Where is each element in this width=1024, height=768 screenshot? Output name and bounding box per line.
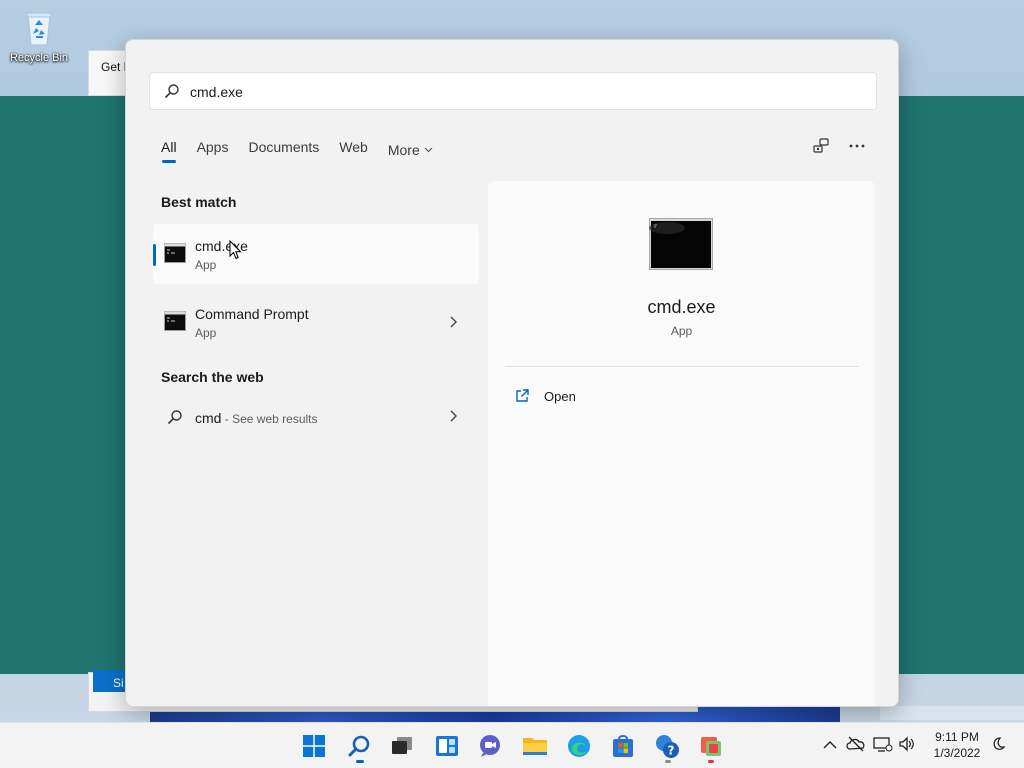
web-result-suffix: - See web results	[221, 412, 318, 426]
chat-icon	[480, 735, 500, 757]
edge-icon	[568, 735, 590, 757]
mouse-cursor-icon	[229, 240, 242, 260]
clock-date: 1/3/2022	[933, 746, 981, 760]
chevron-right-icon[interactable]	[450, 410, 457, 422]
taskbar-app-button[interactable]	[697, 732, 725, 760]
detail-title: cmd.exe	[647, 297, 716, 317]
best-match-heading: Best match	[161, 194, 237, 210]
network-icon[interactable]	[873, 736, 893, 754]
tab-label: Apps	[196, 139, 229, 155]
taskbar-search-button[interactable]	[345, 732, 373, 760]
wallpaper-edge	[880, 706, 1024, 720]
taskbar-clock[interactable]: 9:11 PM 1/3/2022	[926, 729, 988, 761]
search-flyout: All Apps Documents Web More Best match c…	[125, 39, 899, 707]
store-icon	[613, 735, 633, 757]
tab-web[interactable]: Web	[339, 138, 368, 162]
tab-label: Web	[339, 139, 368, 155]
taskbar-store-button[interactable]	[609, 732, 637, 760]
result-subtitle: App	[195, 326, 217, 340]
widgets-icon	[436, 736, 458, 756]
tab-more[interactable]: More	[388, 138, 433, 162]
web-query: cmd	[195, 410, 222, 426]
result-web-search[interactable]: cmd - See web results	[153, 400, 479, 436]
tab-apps[interactable]: Apps	[197, 138, 229, 162]
recycle-bin-icon	[26, 12, 52, 46]
task-view-icon	[392, 737, 412, 754]
taskbar-start-button[interactable]	[300, 732, 328, 760]
tab-documents[interactable]: Documents	[248, 138, 319, 162]
search-the-web-heading: Search the web	[161, 369, 264, 385]
focus-assist-icon[interactable]	[990, 736, 1006, 752]
result-detail-pane: cmd.exe App Open	[488, 181, 875, 706]
detail-subtitle: App	[670, 324, 693, 338]
share-icon	[813, 138, 829, 153]
taskbar-task-view-button[interactable]	[388, 732, 416, 760]
result-subtitle: App	[195, 258, 217, 272]
tab-label: All	[161, 139, 177, 155]
search-box[interactable]	[149, 72, 877, 110]
taskbar: ? 9:11 PM 1/3/2022	[0, 722, 1024, 768]
search-filter-tabs: All Apps Documents Web More	[161, 138, 453, 163]
detail-divider	[505, 366, 859, 367]
chevron-down-icon	[424, 147, 433, 153]
more-options-button[interactable]	[845, 134, 869, 158]
chevron-up-icon[interactable]	[823, 740, 837, 749]
chevron-right-icon[interactable]	[450, 316, 457, 328]
desktop-icon-recycle-bin[interactable]: Recycle Bin	[4, 8, 74, 74]
active-indicator	[356, 760, 364, 763]
search-icon	[348, 735, 370, 757]
taskbar-edge-button[interactable]	[565, 732, 593, 760]
taskbar-get-help-button[interactable]: ?	[653, 732, 681, 760]
app-icon	[701, 737, 721, 756]
web-result-title: cmd - See web results	[195, 410, 318, 426]
tab-label: More	[387, 142, 420, 158]
cmd-large-icon	[649, 218, 713, 270]
background-window-title[interactable]: Get H	[88, 50, 128, 96]
taskbar-file-explorer-button[interactable]	[521, 732, 549, 760]
result-title: Command Prompt	[195, 306, 309, 322]
taskbar-chat-button[interactable]	[476, 732, 504, 760]
taskbar-widgets-button[interactable]	[433, 732, 461, 760]
open-external-icon	[516, 389, 529, 402]
volume-icon[interactable]	[898, 736, 916, 752]
start-icon	[303, 735, 325, 757]
search-input[interactable]	[190, 79, 830, 105]
tab-all[interactable]: All	[161, 138, 177, 163]
more-options-icon	[849, 144, 865, 148]
cmd-app-icon	[164, 243, 186, 263]
cmd-app-icon	[164, 311, 186, 331]
result-command-prompt[interactable]: Command Prompt App	[153, 292, 479, 352]
share-button[interactable]	[809, 134, 833, 158]
tab-label: Documents	[248, 139, 320, 155]
search-icon	[165, 84, 179, 98]
get-help-icon: ?	[656, 735, 679, 758]
search-icon	[168, 410, 182, 424]
file-explorer-icon	[523, 738, 547, 755]
running-indicator	[708, 760, 714, 763]
svg-text:?: ?	[668, 744, 675, 758]
desktop-icon-label: Recycle Bin	[9, 52, 69, 64]
running-indicator	[665, 760, 671, 763]
open-action[interactable]: Open	[514, 385, 576, 407]
clock-time: 9:11 PM	[935, 730, 979, 744]
result-best-match[interactable]: cmd.exe App	[153, 224, 479, 284]
open-action-label: Open	[544, 388, 576, 404]
onedrive-offline-icon[interactable]	[846, 736, 866, 752]
